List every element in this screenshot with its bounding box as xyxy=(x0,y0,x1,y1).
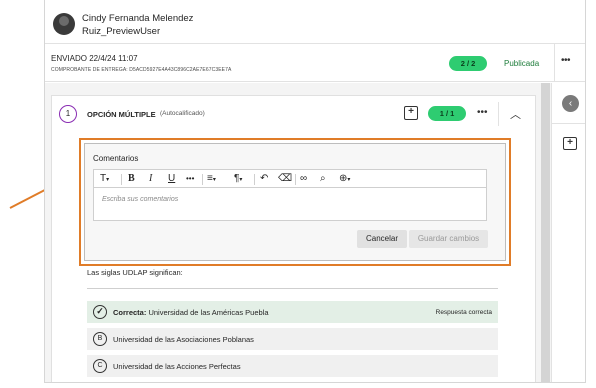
option-letter-badge: C xyxy=(93,359,107,373)
status-label: Publicada xyxy=(504,59,540,68)
question-score-badge[interactable]: 1 / 1 xyxy=(428,106,466,121)
chevron-up-icon[interactable]: ︿ xyxy=(510,106,521,122)
submission-frame: Cindy Fernanda Melendez Ruiz_PreviewUser… xyxy=(44,0,586,383)
divider xyxy=(295,174,296,185)
user-name: Cindy Fernanda Melendez xyxy=(82,13,194,24)
chevron-left-icon[interactable]: ‹ xyxy=(562,95,579,112)
clear-format-icon[interactable]: ⌫ xyxy=(278,173,292,184)
editor-highlight: Comentarios T▾ B I U ••• ≡▾ ¶▾ ↶ ⌫ ∞ ⌕ ⊕… xyxy=(79,138,511,266)
answer-option-c: C Universidad de las Acciones Perfectas xyxy=(87,355,498,377)
content-area: 1 OPCIÓN MÚLTIPLE (Autocalificado) + 1 /… xyxy=(45,83,585,382)
editor-label: Comentarios xyxy=(93,154,139,163)
divider xyxy=(554,44,555,82)
editor-toolbar: T▾ B I U ••• ≡▾ ¶▾ ↶ ⌫ ∞ ⌕ ⊕▾ xyxy=(93,169,487,188)
question-number: 1 xyxy=(59,105,77,123)
link-icon[interactable]: ∞ xyxy=(300,173,307,184)
option-text: Universidad de las Acciones Perfectas xyxy=(113,362,241,371)
question-more-button[interactable]: ••• xyxy=(477,107,488,118)
italic-icon[interactable]: I xyxy=(149,173,152,184)
paragraph-icon[interactable]: ¶▾ xyxy=(234,173,242,184)
submission-receipt: COMPROBANTE DE ENTREGA: D5ACD5927E4A43C8… xyxy=(51,67,232,73)
side-panel: ‹ + xyxy=(551,83,585,382)
insert-content-icon[interactable]: ⊕▾ xyxy=(339,173,350,184)
avatar xyxy=(53,13,75,35)
scrollbar[interactable] xyxy=(541,83,550,382)
add-feedback-icon[interactable]: + xyxy=(404,106,418,120)
submission-date: ENVIADO 22/4/24 11:07 xyxy=(51,54,138,63)
answer-option-b: B Universidad de las Asociaciones Poblan… xyxy=(87,328,498,350)
question-title: OPCIÓN MÚLTIPLE xyxy=(87,110,156,119)
option-letter-badge: B xyxy=(93,332,107,346)
comment-placeholder: Escriba sus comentarios xyxy=(102,196,179,203)
correct-answer-label: Respuesta correcta xyxy=(435,309,492,316)
question-card: 1 OPCIÓN MÚLTIPLE (Autocalificado) + 1 /… xyxy=(51,95,536,382)
check-icon: ✓ xyxy=(93,305,107,319)
user-header: Cindy Fernanda Melendez Ruiz_PreviewUser xyxy=(45,0,585,44)
divider xyxy=(87,288,498,289)
text-style-icon[interactable]: T▾ xyxy=(100,173,109,184)
bold-icon[interactable]: B xyxy=(128,173,135,184)
comment-textarea[interactable]: Escriba sus comentarios xyxy=(93,188,487,221)
option-text: Universidad de las Asociaciones Poblanas xyxy=(113,335,254,344)
divider xyxy=(498,102,499,126)
user-subtitle: Ruiz_PreviewUser xyxy=(82,26,161,37)
divider xyxy=(121,174,122,185)
save-changes-button[interactable]: Guardar cambios xyxy=(409,230,488,248)
attachment-icon[interactable]: ⌕ xyxy=(320,173,326,184)
divider xyxy=(254,174,255,185)
divider xyxy=(202,174,203,185)
undo-icon[interactable]: ↶ xyxy=(260,173,268,184)
submission-more-button[interactable]: ••• xyxy=(561,55,571,66)
overall-score-badge[interactable]: 2 / 2 xyxy=(449,56,487,71)
cancel-button[interactable]: Cancelar xyxy=(357,230,407,248)
question-prompt: Las siglas UDLAP significan: xyxy=(87,268,183,277)
correct-prefix: Correcta: xyxy=(113,308,147,317)
submission-bar: ENVIADO 22/4/24 11:07 COMPROBANTE DE ENT… xyxy=(45,44,585,82)
more-formats-icon[interactable]: ••• xyxy=(186,174,194,183)
option-text: Universidad de las Américas Puebla xyxy=(148,308,269,317)
add-comment-icon[interactable]: + xyxy=(563,137,577,150)
align-icon[interactable]: ≡▾ xyxy=(207,173,216,184)
question-subtitle: (Autocalificado) xyxy=(160,110,205,117)
underline-icon[interactable]: U xyxy=(168,173,175,184)
answer-option-correct: ✓ Correcta: Universidad de las Américas … xyxy=(87,301,498,323)
comment-editor: Comentarios T▾ B I U ••• ≡▾ ¶▾ ↶ ⌫ ∞ ⌕ ⊕… xyxy=(84,143,506,261)
divider xyxy=(552,123,585,124)
